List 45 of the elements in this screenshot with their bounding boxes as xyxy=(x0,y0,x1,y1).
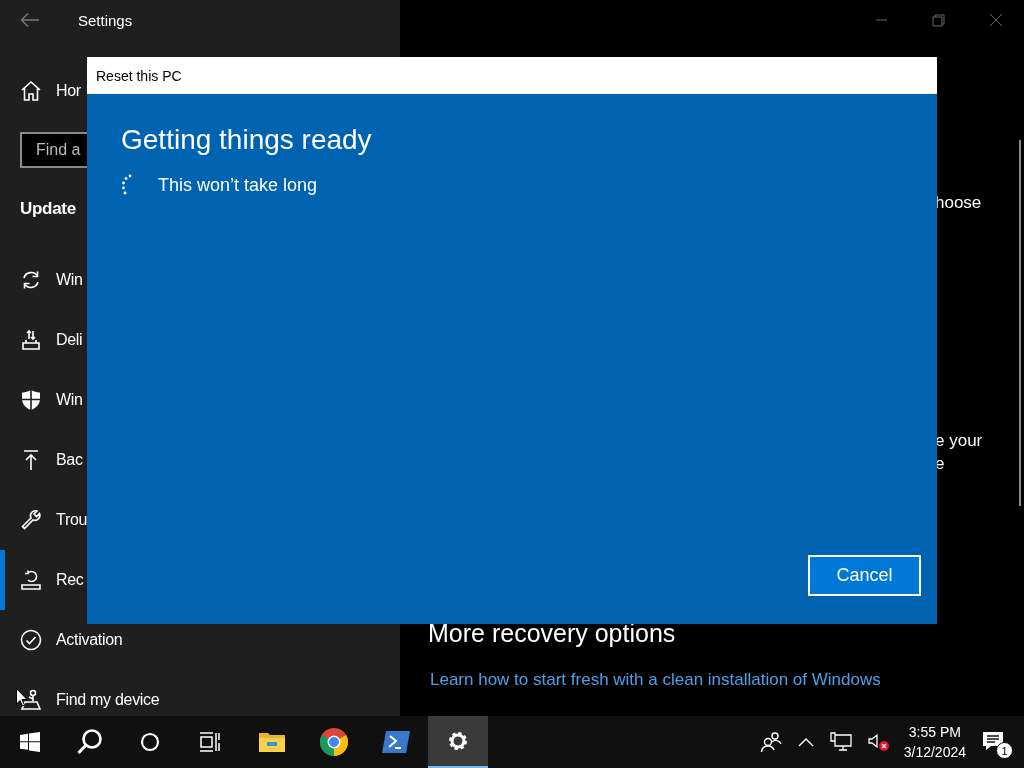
wrench-icon xyxy=(20,509,42,531)
nav-item[interactable]: Find my device xyxy=(0,670,160,716)
notification-icon[interactable] xyxy=(982,730,1004,752)
refresh-icon xyxy=(20,269,42,291)
dialog-heading: Getting things ready xyxy=(121,123,373,157)
volume-muted-icon[interactable] xyxy=(867,732,890,752)
nav-item[interactable]: Win xyxy=(0,370,83,430)
window-title: Settings xyxy=(78,11,133,29)
search-field[interactable]: Find a xyxy=(20,132,87,168)
person-location-icon xyxy=(20,689,42,711)
circle-icon xyxy=(140,732,160,752)
people-icon[interactable] xyxy=(759,731,782,753)
folder-icon xyxy=(258,730,286,754)
chevron-up-icon[interactable] xyxy=(797,737,814,747)
check-circle-icon xyxy=(20,629,42,651)
network-icon[interactable] xyxy=(829,732,852,752)
help-link[interactable]: Learn how to start fresh with a clean installation of Windows xyxy=(430,670,1024,690)
mouse-cursor-icon xyxy=(16,688,28,707)
nav-item[interactable]: Trou xyxy=(0,490,88,550)
windows-logo-icon xyxy=(20,732,40,752)
nav-item[interactable]: Win xyxy=(0,250,83,310)
recovery-icon xyxy=(20,569,42,591)
clock[interactable]: 3:55 PM 3/12/2024 xyxy=(903,722,966,762)
home-nav-item[interactable]: Hor xyxy=(0,72,81,110)
section-heading: Update xyxy=(20,199,76,219)
taskbar-app[interactable] xyxy=(428,716,488,768)
home-icon xyxy=(20,80,42,102)
back-arrow-icon[interactable] xyxy=(20,12,40,28)
task-view-icon xyxy=(199,732,221,752)
scrollbar[interactable] xyxy=(1019,140,1021,506)
section-heading: More recovery options xyxy=(428,618,677,648)
browser-logo-icon xyxy=(319,727,349,757)
dialog-title: Reset this PC xyxy=(96,67,182,84)
status-text: This won’t take long xyxy=(158,174,318,196)
terminal-icon xyxy=(381,730,411,754)
nav-item[interactable]: Bac xyxy=(0,430,83,490)
spinner-icon xyxy=(121,174,133,196)
nav-item[interactable]: Activation xyxy=(0,610,123,670)
gear-icon xyxy=(446,729,470,753)
search-icon xyxy=(76,728,104,756)
notification-count: 1 xyxy=(996,742,1013,759)
upload-tray-icon xyxy=(20,329,42,351)
shield-icon xyxy=(20,389,42,411)
cancel-button[interactable]: Cancel xyxy=(808,555,921,596)
nav-item[interactable]: Deli xyxy=(0,310,83,370)
